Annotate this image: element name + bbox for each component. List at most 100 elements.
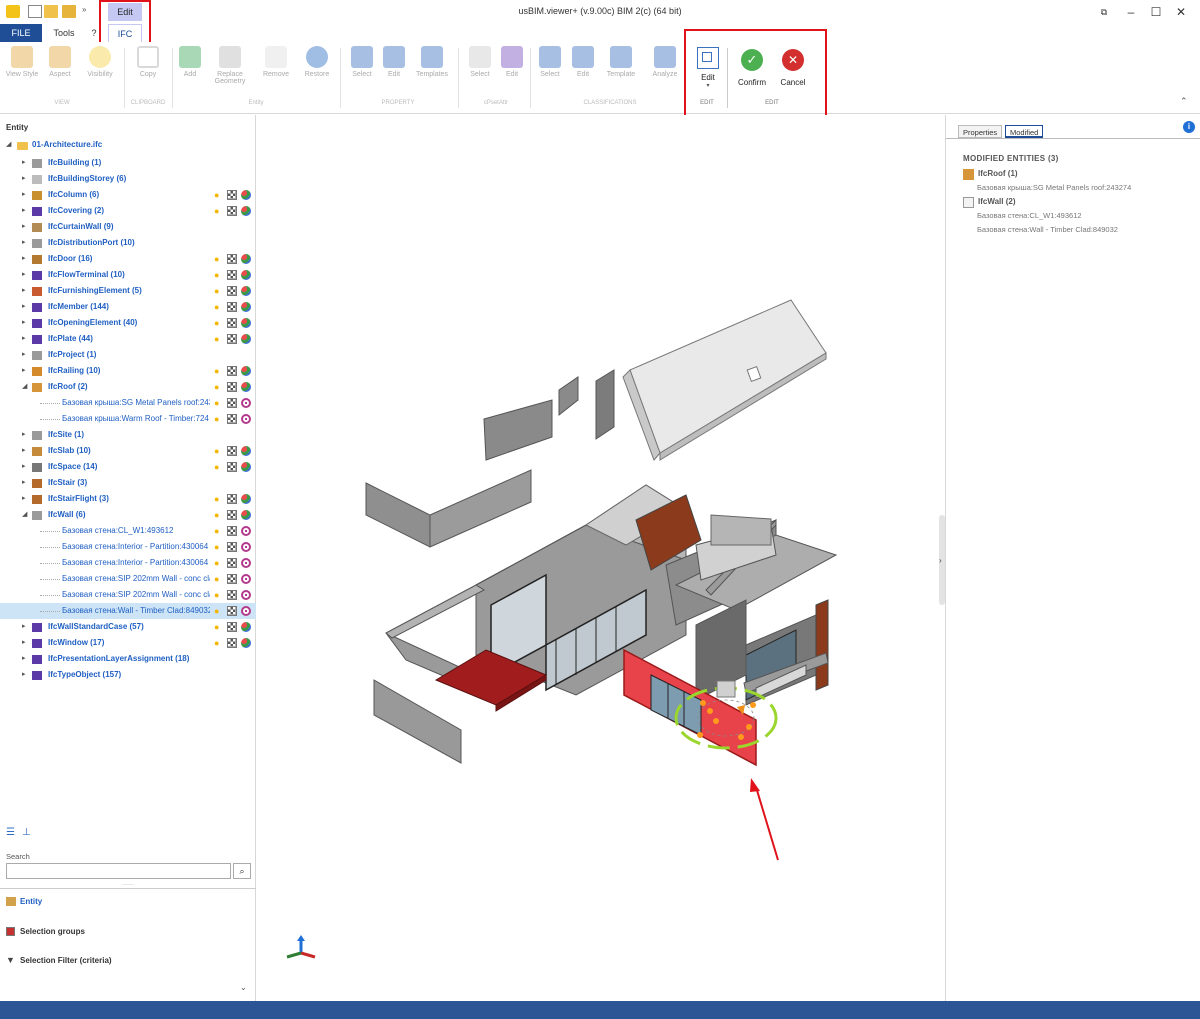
tree-child-item[interactable]: Базовая стена:Interior - Partition:43006… bbox=[0, 555, 256, 571]
color-balls-icon[interactable] bbox=[241, 206, 251, 216]
expand-right-arrow-icon[interactable]: ▸ bbox=[22, 283, 26, 299]
lightbulb-icon[interactable]: ● bbox=[214, 494, 224, 504]
lightbulb-icon[interactable]: ● bbox=[214, 382, 224, 392]
tree-item[interactable]: ◢ IfcRoof (2) ● bbox=[0, 379, 256, 395]
tree-child-item[interactable]: Базовая стена:SIP 202mm Wall - conc cla ● bbox=[0, 571, 256, 587]
lightbulb-icon[interactable]: ● bbox=[214, 302, 224, 312]
lightbulb-icon[interactable]: ● bbox=[214, 270, 224, 280]
info-icon[interactable]: i bbox=[1183, 121, 1195, 133]
expand-right-arrow-icon[interactable]: ▸ bbox=[22, 491, 26, 507]
minimize-button[interactable]: – bbox=[1120, 2, 1142, 22]
tree-child-item[interactable]: Базовая крыша:SG Metal Panels roof:243 ● bbox=[0, 395, 256, 411]
lightbulb-icon[interactable]: ● bbox=[214, 190, 224, 200]
tree-child-item[interactable]: Базовая стена:CL_W1:493612 ● bbox=[0, 523, 256, 539]
target-icon[interactable] bbox=[241, 606, 251, 616]
checker-pattern-icon[interactable] bbox=[227, 318, 237, 328]
checker-pattern-icon[interactable] bbox=[227, 286, 237, 296]
expand-right-arrow-icon[interactable]: ▸ bbox=[22, 475, 26, 491]
lightbulb-icon[interactable]: ● bbox=[214, 542, 224, 552]
group-ifcwall[interactable]: IfcWall (2) bbox=[978, 197, 1015, 206]
checker-pattern-icon[interactable] bbox=[227, 206, 237, 216]
chevron-right-icon[interactable]: › bbox=[939, 556, 942, 565]
search-button[interactable]: ⌕ bbox=[233, 863, 251, 879]
ribbon-button-replace-geometry[interactable]: Replace Geometry bbox=[210, 46, 250, 85]
lightbulb-icon[interactable]: ● bbox=[214, 558, 224, 568]
ribbon-button-class-template[interactable]: Template bbox=[601, 46, 641, 78]
expand-right-arrow-icon[interactable]: ▸ bbox=[22, 427, 26, 443]
bottom-nav-selection-groups[interactable]: Selection groups bbox=[20, 927, 85, 936]
checker-pattern-icon[interactable] bbox=[227, 446, 237, 456]
tree-item[interactable]: ▸ IfcBuilding (1) bbox=[0, 155, 256, 171]
lightbulb-icon[interactable]: ● bbox=[214, 286, 224, 296]
checker-pattern-icon[interactable] bbox=[227, 462, 237, 472]
tab-file[interactable]: FILE bbox=[0, 24, 42, 42]
ribbon-button-class-edit[interactable]: Edit bbox=[563, 46, 603, 78]
checker-pattern-icon[interactable] bbox=[227, 190, 237, 200]
lightbulb-icon[interactable]: ● bbox=[214, 510, 224, 520]
modified-entity-item[interactable]: Базовая стена:CL_W1:493612 bbox=[977, 211, 1082, 220]
tree-item[interactable]: ▸ IfcSlab (10) ● bbox=[0, 443, 256, 459]
expand-right-arrow-icon[interactable]: ▸ bbox=[22, 155, 26, 171]
expand-right-arrow-icon[interactable]: ▸ bbox=[22, 331, 26, 347]
bottom-nav-entity[interactable]: Entity bbox=[20, 897, 42, 906]
ribbon-button-view-style[interactable]: View Style bbox=[2, 46, 42, 78]
tree-child-item[interactable]: Базовая крыша:Warm Roof - Timber:724 ● bbox=[0, 411, 256, 427]
ribbon-button-property-edit[interactable]: Edit bbox=[374, 46, 414, 78]
ribbon-button-templates[interactable]: Templates bbox=[412, 46, 452, 78]
expand-right-arrow-icon[interactable]: ▸ bbox=[22, 363, 26, 379]
ribbon-button-visibility[interactable]: Visibility bbox=[80, 46, 120, 78]
tree-item[interactable]: ▸ IfcWindow (17) ● bbox=[0, 635, 256, 651]
tree-item[interactable]: ▸ IfcStair (3) bbox=[0, 475, 256, 491]
tree-item[interactable]: ▸ IfcBuildingStorey (6) bbox=[0, 171, 256, 187]
lightbulb-icon[interactable]: ● bbox=[214, 574, 224, 584]
tree-item[interactable]: ▸ IfcColumn (6) ● bbox=[0, 187, 256, 203]
color-balls-icon[interactable] bbox=[241, 622, 251, 632]
checker-pattern-icon[interactable] bbox=[227, 414, 237, 424]
color-balls-icon[interactable] bbox=[241, 462, 251, 472]
lightbulb-icon[interactable]: ● bbox=[214, 206, 224, 216]
checker-pattern-icon[interactable] bbox=[227, 558, 237, 568]
lightbulb-icon[interactable]: ● bbox=[214, 446, 224, 456]
collapse-ribbon-icon[interactable]: ⌃ bbox=[1180, 96, 1188, 107]
expand-right-arrow-icon[interactable]: ▸ bbox=[22, 667, 26, 683]
tree-item[interactable]: ▸ IfcFlowTerminal (10) ● bbox=[0, 267, 256, 283]
tree-item[interactable]: ▸ IfcDoor (16) ● bbox=[0, 251, 256, 267]
color-balls-icon[interactable] bbox=[241, 302, 251, 312]
color-balls-icon[interactable] bbox=[241, 446, 251, 456]
modified-entity-item[interactable]: Базовая крыша:SG Metal Panels roof:24327… bbox=[977, 183, 1131, 192]
tree-root-file[interactable]: 01-Architecture.ifc bbox=[32, 140, 102, 149]
modified-entity-item[interactable]: Базовая стена:Wall - Timber Clad:849032 bbox=[977, 225, 1118, 234]
lightbulb-icon[interactable]: ● bbox=[214, 414, 224, 424]
expand-right-arrow-icon[interactable]: ▸ bbox=[22, 315, 26, 331]
tree-item[interactable]: ▸ IfcProject (1) bbox=[0, 347, 256, 363]
tree-item[interactable]: ▸ IfcOpeningElement (40) ● bbox=[0, 315, 256, 331]
tree-item[interactable]: ▸ IfcCurtainWall (9) bbox=[0, 219, 256, 235]
tree-item[interactable]: ▸ IfcRailing (10) ● bbox=[0, 363, 256, 379]
checker-pattern-icon[interactable] bbox=[227, 254, 237, 264]
checker-pattern-icon[interactable] bbox=[227, 494, 237, 504]
checker-pattern-icon[interactable] bbox=[227, 398, 237, 408]
color-balls-icon[interactable] bbox=[241, 318, 251, 328]
expand-right-arrow-icon[interactable]: ▸ bbox=[22, 347, 26, 363]
checker-pattern-icon[interactable] bbox=[227, 334, 237, 344]
expand-right-arrow-icon[interactable]: ▸ bbox=[22, 267, 26, 283]
lightbulb-icon[interactable]: ● bbox=[214, 334, 224, 344]
tree-item[interactable]: ▸ IfcPlate (44) ● bbox=[0, 331, 256, 347]
tree-item[interactable]: ▸ IfcStairFlight (3) ● bbox=[0, 491, 256, 507]
checker-pattern-icon[interactable] bbox=[227, 382, 237, 392]
search-input[interactable] bbox=[6, 863, 231, 879]
tree-item[interactable]: ▸ IfcSpace (14) ● bbox=[0, 459, 256, 475]
lightbulb-icon[interactable]: ● bbox=[214, 462, 224, 472]
tree-child-item[interactable]: Базовая стена:Wall - Timber Clad:849032 ● bbox=[0, 603, 256, 619]
checker-pattern-icon[interactable] bbox=[227, 590, 237, 600]
expand-right-arrow-icon[interactable]: ▸ bbox=[22, 635, 26, 651]
color-balls-icon[interactable] bbox=[241, 190, 251, 200]
target-icon[interactable] bbox=[241, 414, 251, 424]
target-icon[interactable] bbox=[241, 558, 251, 568]
ribbon-button-restore[interactable]: Restore bbox=[297, 46, 337, 78]
color-balls-icon[interactable] bbox=[241, 286, 251, 296]
checker-pattern-icon[interactable] bbox=[227, 270, 237, 280]
ribbon-button-remove[interactable]: Remove bbox=[256, 46, 296, 78]
ribbon-button-add[interactable]: Add bbox=[170, 46, 210, 78]
expand-down-arrow-icon[interactable]: ◢ bbox=[22, 379, 27, 395]
